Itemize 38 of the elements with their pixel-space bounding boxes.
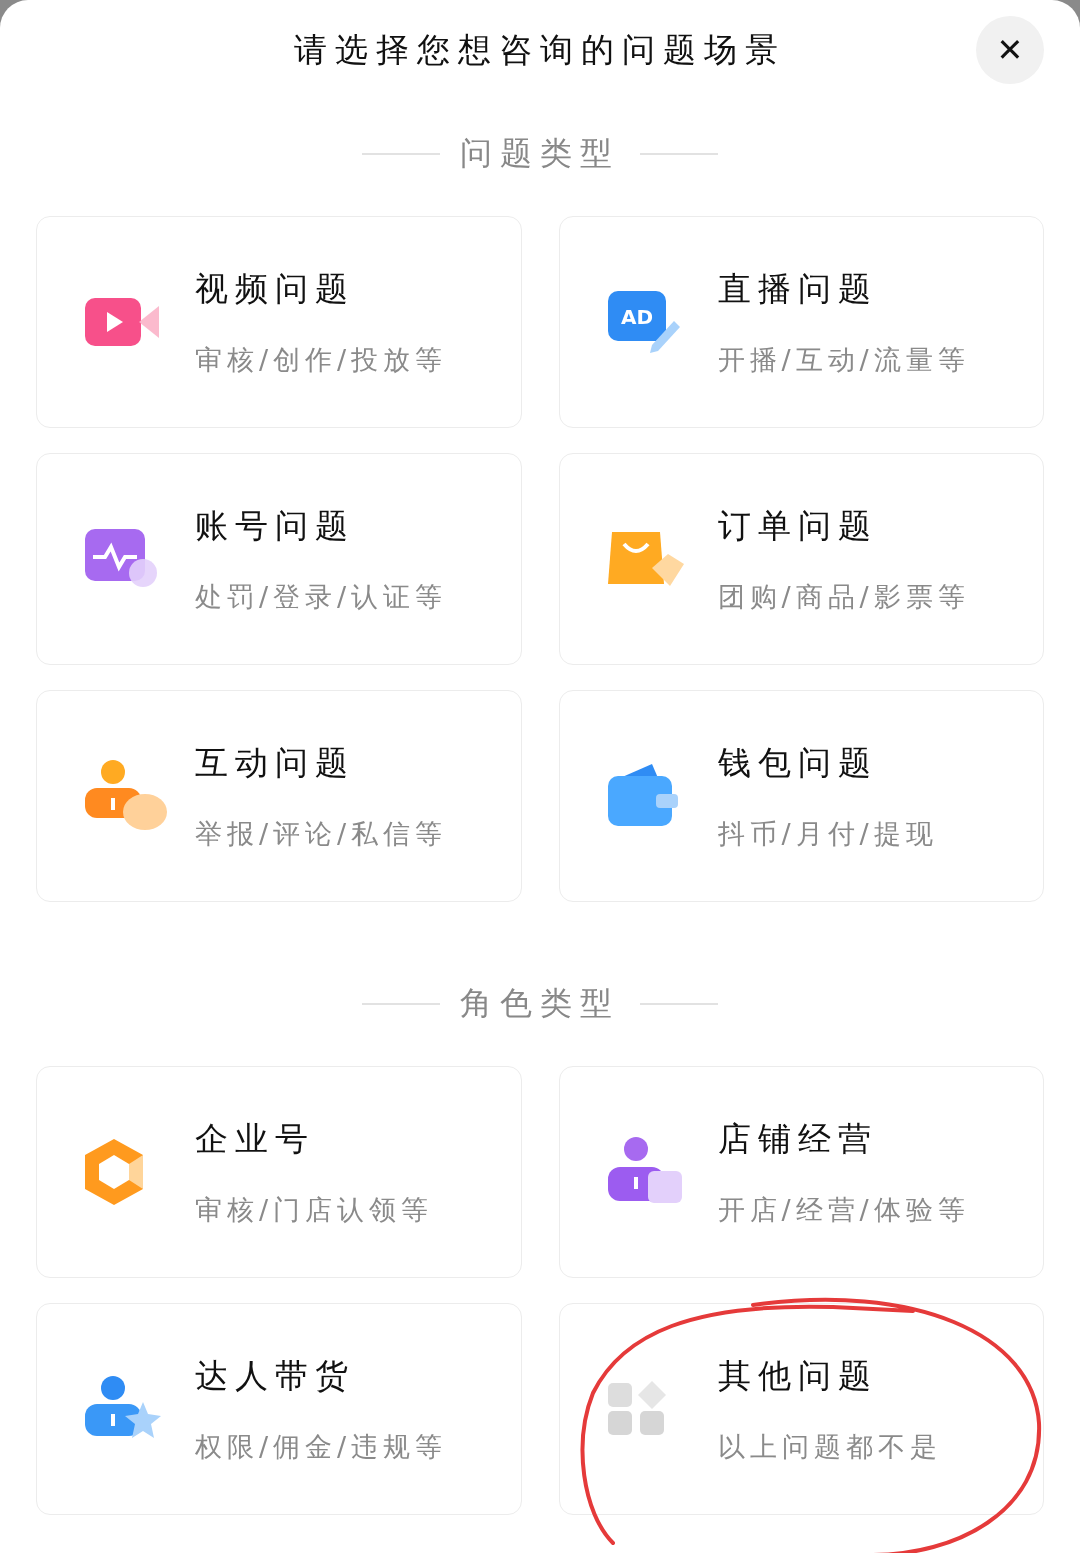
- card-subtitle: 审核/创作/投放等: [195, 342, 448, 377]
- card-subtitle: 以上问题都不是: [717, 1429, 942, 1464]
- card-subtitle: 权限/佣金/违规等: [195, 1429, 448, 1464]
- scenario-card[interactable]: 订单问题 团购/商品/影票等: [558, 453, 1044, 665]
- person-icon: [85, 760, 167, 832]
- scenario-card[interactable]: 互动问题 举报/评论/私信等: [36, 690, 522, 902]
- card-title: 钱包问题: [717, 741, 879, 784]
- card-subtitle: 审核/门店认领等: [195, 1192, 434, 1227]
- card-title: 订单问题: [717, 504, 879, 547]
- section-heading: 问题类型: [460, 133, 620, 174]
- scenario-card[interactable]: AD 直播问题 开播/互动/流量等: [558, 216, 1044, 428]
- hexagon-icon: [85, 1139, 143, 1205]
- scenario-card[interactable]: 视频问题 审核/创作/投放等: [36, 216, 522, 428]
- card-title: 店铺经营: [717, 1117, 879, 1160]
- card-title: 其他问题: [717, 1354, 879, 1397]
- card-subtitle: 抖币/月付/提现: [717, 816, 938, 851]
- card-title: 企业号: [195, 1117, 316, 1160]
- card-subtitle: 处罚/登录/认证等: [195, 579, 448, 614]
- sheet-title: 请选择您想咨询的问题场景: [294, 28, 786, 71]
- card-title: 达人带货: [195, 1354, 356, 1397]
- scenario-card[interactable]: 账号问题 处罚/登录/认证等: [36, 453, 522, 665]
- card-subtitle: 开店/经营/体验等: [717, 1192, 970, 1227]
- grid-icon: [607, 1381, 668, 1437]
- scenario-card[interactable]: 钱包问题 抖币/月付/提现: [558, 690, 1044, 902]
- card-subtitle: 开播/互动/流量等: [717, 342, 970, 377]
- scenario-card[interactable]: 店铺经营 开店/经营/体验等: [558, 1066, 1044, 1278]
- close-button[interactable]: ✕: [976, 16, 1044, 84]
- card-subtitle: 团购/商品/影票等: [717, 579, 970, 614]
- scenario-card[interactable]: 企业号 审核/门店认领等: [36, 1066, 522, 1278]
- wallet-icon: [607, 764, 678, 828]
- card-title: 互动问题: [195, 741, 356, 784]
- scenario-card[interactable]: 其他问题 以上问题都不是: [558, 1303, 1044, 1515]
- card-title: 账号问题: [195, 504, 356, 547]
- section-heading: 角色类型: [460, 983, 620, 1024]
- card-title: 视频问题: [195, 267, 356, 310]
- card-title: 直播问题: [717, 267, 879, 310]
- scenario-card[interactable]: 达人带货 权限/佣金/违规等: [36, 1303, 522, 1515]
- card-subtitle: 举报/评论/私信等: [195, 816, 448, 851]
